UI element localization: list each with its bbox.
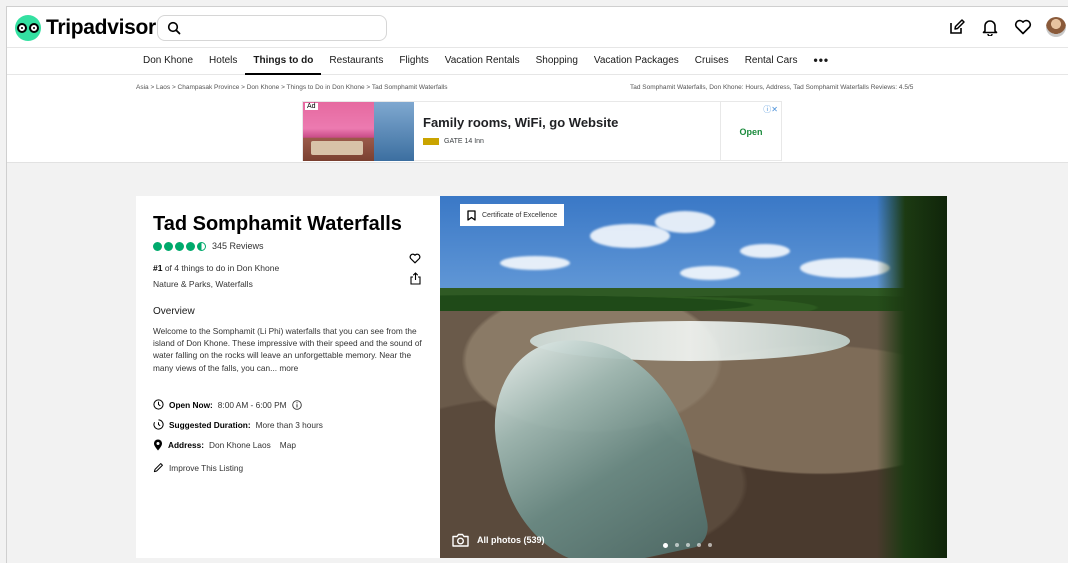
improve-listing[interactable]: Improve This Listing (153, 462, 243, 473)
nav-item-shopping[interactable]: Shopping (528, 48, 586, 75)
open-hours[interactable]: Open Now: 8:00 AM - 6:00 PM (153, 399, 302, 410)
tripadvisor-logo[interactable]: Tripadvisor (15, 15, 156, 41)
bookmark-icon (467, 209, 476, 221)
rank-text: of 4 things to do in Don Khone (162, 263, 280, 273)
overview-text: Welcome to the Somphamit (Li Phi) waterf… (153, 325, 425, 374)
open-now-label: Open Now: (169, 399, 213, 410)
certificate-badge[interactable]: Certificate of Excellence (460, 204, 565, 226)
owl-logo-icon (15, 15, 41, 41)
attraction-card: Tad Somphamit Waterfalls 345 Reviews #1 … (136, 196, 440, 558)
certificate-text: Certificate of Excellence (482, 211, 558, 219)
brand-name: Tripadvisor (46, 16, 156, 39)
info-icon[interactable] (291, 399, 302, 410)
search-input[interactable] (157, 15, 387, 41)
carousel-dot[interactable] (686, 543, 690, 547)
ad-advertiser-name: GATE 14 Inn (444, 138, 484, 145)
address-label: Address: (168, 440, 204, 450)
breadcrumb-area: Asia > Laos > Champasak Province > Don K… (7, 75, 1068, 163)
page-frame: Tripadvisor Don Khone Hotels Things to d… (6, 6, 1068, 563)
duration-value: More than 3 hours (255, 419, 323, 430)
advertiser-logo-icon (423, 138, 439, 145)
nav-item-restaurants[interactable]: Restaurants (321, 48, 391, 75)
carousel-dots[interactable] (663, 542, 712, 548)
forest (877, 196, 947, 558)
top-header: Tripadvisor (7, 7, 1068, 48)
bell-icon[interactable] (980, 17, 1000, 37)
ad-choices-icon[interactable]: ⓘ✕ (763, 104, 778, 115)
hero-photo[interactable]: Certificate of Excellence All photos (53… (440, 196, 947, 558)
ad-banner[interactable]: Ad Family rooms, WiFi, go Website GATE 1… (302, 101, 782, 161)
read-more-link[interactable]: more (279, 363, 298, 373)
nav-item-flights[interactable]: Flights (391, 48, 436, 75)
main-nav: Don Khone Hotels Things to do Restaurant… (7, 48, 1068, 75)
all-photos-button[interactable]: All photos (539) (452, 533, 545, 547)
review-pencil-icon[interactable] (947, 17, 967, 37)
location-pin-icon (154, 439, 162, 451)
rating-bubble-icon (164, 241, 173, 251)
header-actions (947, 17, 1066, 37)
all-photos-label: All photos (539) (477, 535, 545, 545)
rating-half-bubble-icon (197, 241, 206, 251)
address: Address: Don Khone Laos Map (153, 439, 296, 451)
nav-more-button[interactable]: ••• (806, 48, 838, 75)
ad-advertiser: GATE 14 Inn (423, 138, 484, 145)
avatar[interactable] (1046, 17, 1066, 37)
rating[interactable]: 345 Reviews (153, 241, 264, 251)
carousel-dot[interactable] (663, 542, 668, 548)
open-hours-value: 8:00 AM - 6:00 PM (217, 399, 287, 410)
ad-image[interactable]: Ad (303, 102, 414, 161)
duration-label: Suggested Duration: (169, 419, 251, 430)
carousel-dot[interactable] (675, 543, 679, 547)
card-actions (409, 251, 421, 290)
improve-listing-link[interactable]: Improve This Listing (169, 463, 243, 473)
ranking[interactable]: #1 of 4 things to do in Don Khone (153, 263, 279, 273)
nav-item-rental-cars[interactable]: Rental Cars (737, 48, 806, 75)
nav-item-things-to-do[interactable]: Things to do (245, 48, 322, 75)
ad-title[interactable]: Family rooms, WiFi, go Website (423, 115, 618, 130)
search-icon (167, 21, 181, 35)
rating-bubble-icon (175, 241, 184, 251)
ad-label: Ad (305, 103, 318, 110)
carousel-dot[interactable] (708, 543, 712, 547)
nav-item-don-khone[interactable]: Don Khone (135, 48, 201, 75)
page-seo-title: Tad Somphamit Waterfalls, Don Khone: Hou… (630, 84, 914, 91)
rating-bubble-icon (186, 241, 195, 251)
review-count-link[interactable]: 345 Reviews (212, 241, 264, 251)
heart-icon[interactable] (1013, 17, 1033, 37)
map-link[interactable]: Map (280, 440, 296, 450)
nav-item-vacation-rentals[interactable]: Vacation Rentals (437, 48, 528, 75)
save-heart-icon[interactable] (409, 251, 421, 269)
suggested-duration: Suggested Duration: More than 3 hours (153, 419, 323, 430)
share-icon[interactable] (409, 272, 421, 290)
address-value[interactable]: Don Khone Laos (209, 440, 271, 450)
carousel-dot[interactable] (697, 543, 701, 547)
page-title: Tad Somphamit Waterfalls (153, 213, 402, 235)
nav-item-cruises[interactable]: Cruises (687, 48, 737, 75)
clock-icon (153, 399, 164, 410)
nav-item-hotels[interactable]: Hotels (201, 48, 245, 75)
rating-bubble-icon (153, 241, 162, 251)
camera-icon (452, 533, 469, 547)
breadcrumb[interactable]: Asia > Laos > Champasak Province > Don K… (136, 84, 448, 91)
overview-heading: Overview (153, 306, 195, 317)
nav-item-vacation-packages[interactable]: Vacation Packages (586, 48, 687, 75)
duration-icon (153, 419, 164, 430)
pencil-icon (153, 463, 163, 473)
categories: Nature & Parks, Waterfalls (153, 279, 253, 289)
